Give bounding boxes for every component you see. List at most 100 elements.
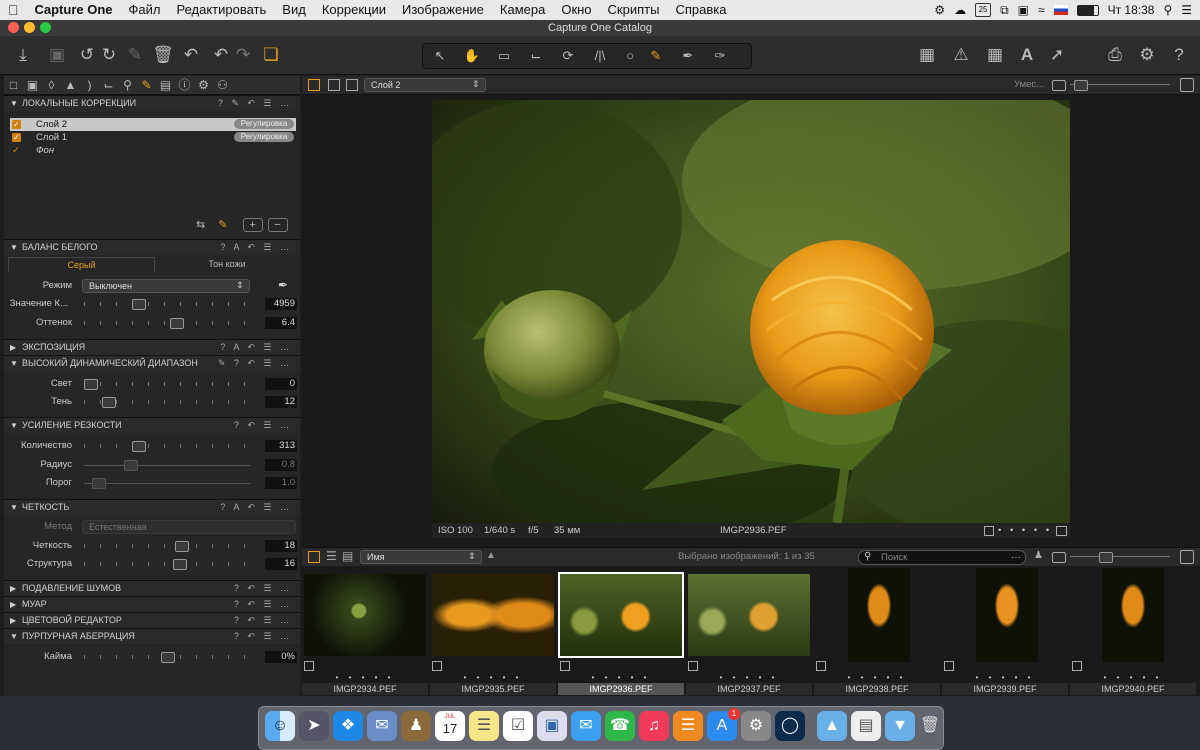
slider-track[interactable] [84,483,250,484]
apple-menu-icon[interactable]:  [0,0,27,20]
clock[interactable]: Чт 18:38 [1108,3,1155,17]
sort-direction-icon[interactable]: ▲ [486,550,496,561]
calendar-tray-icon[interactable]: 25 [975,3,992,17]
slider-track[interactable] [84,465,250,466]
broom-icon[interactable]: ⚙ [934,3,945,17]
section-tools[interactable]: ? ↶ ☰ … [234,597,292,612]
wb-picker-icon[interactable]: ✒ [278,278,288,292]
thumb-small-icon[interactable] [1052,552,1066,563]
trash-icon[interactable]: 🗑 [152,44,174,66]
main-photo[interactable] [432,100,1070,523]
thumb-checkbox[interactable] [304,661,314,671]
notification-center-icon[interactable]: ☰ [1181,3,1192,17]
thumb-rating[interactable]: • • • • • [814,673,940,683]
undo-all-icon[interactable]: ↶ [180,44,202,66]
structure-value[interactable]: 16 [265,558,297,570]
section-local-adjustments[interactable]: ▼ ЛОКАЛЬНЫЕ КОРРЕКЦИИ ? ✎ ↶ ☰ … [4,95,300,111]
thumb-rating[interactable]: • • • • • [302,673,428,683]
rotate-tool-icon[interactable]: ⟳ [557,45,579,67]
thumb-rating[interactable]: • • • • • [942,673,1068,683]
menu-camera[interactable]: Камера [492,0,553,20]
music-icon[interactable]: ♫ [639,711,669,741]
clarity-method-select[interactable]: Естественная [82,520,296,534]
local-adjustments-tab-icon[interactable]: ✎ [137,76,156,94]
thumbnail[interactable]: • • • • • IMGP2938.PEF [814,568,940,695]
layer-row-background[interactable]: ✓ Фон [10,144,296,157]
applications-folder-icon[interactable]: ▲ [817,711,847,741]
tab-gray[interactable]: Серый [8,257,155,272]
remove-layer-button[interactable]: − [267,218,288,232]
brush-layer-icon[interactable]: ✎ [218,219,227,231]
thumb-rating[interactable]: • • • • • [558,673,684,683]
variants-icon[interactable]: ❏ [260,44,282,66]
slider-track[interactable] [84,382,250,386]
brush-icon[interactable]: ✎ [645,45,667,67]
slider-track[interactable] [84,302,250,306]
section-hdr[interactable]: ▼ ВЫСОКИЙ ДИНАМИЧЕСКИЙ ДИАПАЗОН ✎ ? ↶ ☰ … [4,355,300,371]
section-white-balance[interactable]: ▼ БАЛАНС БЕЛОГО ? A ↶ ☰ … [4,239,300,255]
thumb-checkbox[interactable] [816,661,826,671]
photos-app-icon[interactable]: ▣ [537,711,567,741]
amount-slider-knob[interactable] [131,441,146,452]
camera-icon[interactable]: ▣ [46,44,68,66]
thumb-checkbox[interactable] [1072,661,1082,671]
highlight-slider-knob[interactable] [84,379,98,390]
trash-bin-icon[interactable]: 🗑 [915,711,945,741]
threshold-slider-knob[interactable] [91,478,106,489]
spot-removal-icon[interactable]: ○ [619,45,641,67]
fit-label[interactable]: Умес... [1014,79,1044,90]
select-cursor-icon[interactable]: ↖ [429,45,451,67]
slider-track[interactable] [84,562,250,566]
undo-icon[interactable]: ↶ [210,44,232,66]
copy-adjustments-icon[interactable]: ✎ [124,44,146,66]
output-tab-icon[interactable]: ⚙ [194,76,213,94]
safari-icon[interactable]: ❖ [333,711,363,741]
thumbnail[interactable]: • • • • • IMGP2934.PEF [302,569,428,695]
thumb-checkbox[interactable] [944,661,954,671]
lens-tab-icon[interactable]: ) [80,76,99,94]
thumb-checkbox[interactable] [688,661,698,671]
shadow-slider-knob[interactable] [102,397,117,408]
rotate-left-icon[interactable]: ↺ [76,44,98,66]
menu-view[interactable]: Вид [274,0,314,20]
reminders-icon[interactable]: ☑ [503,711,533,741]
spotlight-icon[interactable]: ⚲ [1163,3,1172,17]
section-exposure[interactable]: ▶ ЭКСПОЗИЦИЯ ? A ↶ ☰ … [4,339,300,355]
layer-visible-checkbox[interactable]: ✓ [12,120,21,129]
thumb-large-icon[interactable] [1180,550,1194,564]
details-tab-icon[interactable]: ⚲ [118,76,137,94]
section-tools[interactable]: ? ↶ ☰ … [234,613,292,628]
kelvin-value[interactable]: 4959 [265,298,297,310]
downloads-folder-icon[interactable]: ▼ [885,711,915,741]
section-tools[interactable]: ? A ↶ ☰ … [220,340,292,355]
thumb-checkbox[interactable] [560,661,570,671]
tint-value[interactable]: 6.4 [265,317,297,329]
highlight-value[interactable]: 0 [265,378,297,390]
tint-slider-knob[interactable] [170,318,185,329]
exposure-tab-icon[interactable]: ▲ [61,76,80,94]
zoom-out-icon[interactable] [1052,80,1066,91]
mail-icon[interactable]: ✉ [367,711,397,741]
keystone-icon[interactable]: /|\ [589,45,611,67]
composition-tab-icon[interactable]: ⌙ [99,76,118,94]
menu-help[interactable]: Справка [667,0,734,20]
thumbnail[interactable]: • • • • • IMGP2935.PEF [430,569,556,695]
wb-mode-select[interactable]: Выключен [82,279,250,293]
select-checkbox[interactable] [984,526,994,536]
wifi-icon[interactable]: ≈ [1038,3,1045,17]
menu-adjustments[interactable]: Коррекции [314,0,394,20]
minimize-window-button[interactable] [24,22,35,33]
layer-row-1[interactable]: ✓ Слой 1 Регулировка [10,131,296,144]
loupe-icon[interactable]: ▭ [493,45,515,67]
thumb-rating[interactable]: • • • • • [686,673,812,683]
process-icon[interactable]: ➚ [1046,44,1068,66]
kelvin-slider-knob[interactable] [131,299,146,310]
person-icon[interactable]: ♟ [1034,550,1043,561]
flag-ru-icon[interactable] [1053,5,1068,15]
fringe-amount-value[interactable]: 0% [265,651,297,663]
slider-track[interactable] [84,321,250,325]
library-tab-icon[interactable]: □ [4,76,23,94]
radius-slider-knob[interactable] [124,460,139,471]
amount-value[interactable]: 313 [265,440,297,452]
books-icon[interactable]: ☰ [673,711,703,741]
